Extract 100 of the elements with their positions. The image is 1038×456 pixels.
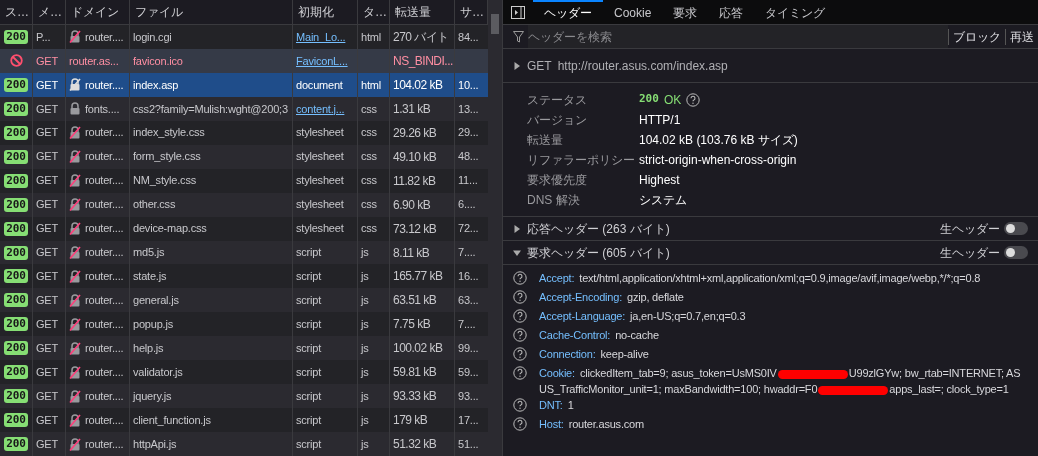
request-row[interactable]: 200 GET router.... other.css stylesheet css 6.90 kB 6.... xyxy=(0,192,488,217)
transferred-text: 8.11 kB xyxy=(393,244,430,262)
transferred-text: NS_BINDI... xyxy=(393,52,453,70)
request-row[interactable]: 200 GET fonts.... css2?family=Mulish:wght@200;3 content.j... css 1.31 kB 13... xyxy=(0,96,488,121)
domain-text: router.... xyxy=(85,365,124,380)
tab[interactable]: Cookie xyxy=(603,0,663,24)
request-row[interactable]: 200 GET router.... index.asp document html 104.02 kB 10... xyxy=(0,72,488,97)
header-entry: Host: router.asus.com xyxy=(539,417,645,432)
insecure-lock-icon xyxy=(69,198,81,212)
request-row[interactable]: 200 GET router.... jquery.js script js 93.33 kB 93... xyxy=(0,384,488,409)
insecure-lock-icon xyxy=(69,437,81,451)
insecure-lock-icon xyxy=(69,246,81,259)
header-entry: Accept: text/html,application/xhtml+xml,application/xml;q=0.9,image/avif,image/webp,*/*;q=0.8 xyxy=(539,271,982,286)
sidebar-toggle-icon[interactable] xyxy=(511,5,525,19)
type-text: js xyxy=(361,269,369,285)
method-text: GET xyxy=(36,412,58,428)
initiator-link[interactable]: content.j... xyxy=(296,100,345,118)
request-row[interactable]: 200 GET router.... md5.js script js 8.11 kB 7.... xyxy=(0,240,488,265)
type-text: js xyxy=(361,293,369,309)
request-row[interactable]: 200 GET router.... device-map.css stylesheet css 73.12 kB 72... xyxy=(0,216,488,241)
method-text: GET xyxy=(36,173,58,189)
method-text: GET xyxy=(36,269,58,285)
type-text: css xyxy=(361,149,377,165)
summary-value: Highest xyxy=(639,171,680,189)
column-header[interactable]: 初期化 xyxy=(293,0,358,24)
size-text: 6.... xyxy=(458,197,476,213)
type-text: js xyxy=(361,412,369,428)
method-text: GET xyxy=(36,245,58,261)
domain-text: router.... xyxy=(85,77,124,93)
column-header[interactable]: 転送量 xyxy=(390,0,455,24)
column-header[interactable]: ファイル xyxy=(130,0,293,24)
help-icon[interactable] xyxy=(686,92,701,107)
size-text: 17... xyxy=(458,412,479,428)
request-row[interactable]: 200 GET router.... form_style.css stylesheet css 49.10 kB 48... xyxy=(0,144,488,169)
column-header[interactable]: タ… xyxy=(358,0,390,24)
collapsed-arrow-icon[interactable] xyxy=(513,61,521,70)
toggle-switch[interactable] xyxy=(1004,246,1028,259)
transferred-text: 63.51 kB xyxy=(393,292,437,310)
help-icon[interactable] xyxy=(513,347,527,361)
method-text: GET xyxy=(36,388,58,404)
request-row[interactable]: 200 GET router.... NM_style.css stylesheet css 11.82 kB 11... xyxy=(0,168,488,193)
request-row[interactable]: 200 GET router.... help.js script js 100.02 kB 99... xyxy=(0,336,488,361)
help-icon[interactable] xyxy=(513,366,527,380)
status-text: OK xyxy=(663,91,682,109)
section-header[interactable]: 要求ヘッダー (605 バイト) 生ヘッダー xyxy=(503,241,1038,265)
help-icon[interactable] xyxy=(513,290,527,304)
file-text: other.css xyxy=(133,197,176,213)
filter-field[interactable]: ヘッダーを検索 xyxy=(528,25,948,48)
section-header[interactable]: 応答ヘッダー (263 バイト) 生ヘッダー xyxy=(503,217,1038,241)
size-text: 99... xyxy=(458,341,479,357)
method-text: GET xyxy=(36,125,58,141)
status-badge: 200 xyxy=(4,221,28,236)
summary-label: 転送量 xyxy=(527,131,564,149)
request-row[interactable]: 200 GET router.... validator.js script js 59.81 kB 59... xyxy=(0,360,488,385)
toggle-switch[interactable] xyxy=(1004,222,1028,235)
help-icon[interactable] xyxy=(513,271,527,285)
header-entry: Cookie: clickedItem_tab=9; asus_token=UsMS0IV U99zlGYw; bw_rtab=INTERNET; ASUS_TrafficMonitor_unit=1; maxBandwidth=100; hwaddr=F0 apps_last=; clock_type=1 xyxy=(539,366,1022,397)
help-icon[interactable] xyxy=(513,309,527,323)
request-row[interactable]: 200 GET router.... popup.js script js 7.75 kB 7.... xyxy=(0,312,488,337)
request-row[interactable]: 200 GET router.... state.js script js 165.77 kB 16... xyxy=(0,264,488,289)
initiator-link[interactable]: FaviconL... xyxy=(296,52,348,70)
request-row[interactable]: 200 GET router.... general.js script js 63.51 kB 63... xyxy=(0,288,488,313)
file-text: general.js xyxy=(133,293,179,309)
request-row[interactable]: GET router.as... favicon.ico FaviconL... NS_BINDI... xyxy=(0,48,488,73)
type-text: js xyxy=(361,317,369,333)
request-row[interactable]: 200 GET router.... httpApi.js script js 51.32 kB 51... xyxy=(0,432,488,456)
status-badge: 200 xyxy=(4,293,28,308)
column-header[interactable]: ス… xyxy=(0,0,33,24)
request-row[interactable]: 200 GET router.... index_style.css stylesheet css 29.26 kB 29... xyxy=(0,120,488,145)
status-badge: 200 xyxy=(4,125,28,140)
initiator-text: script xyxy=(296,412,322,428)
help-icon[interactable] xyxy=(513,328,527,342)
domain-text: router.... xyxy=(85,317,124,333)
action-button[interactable]: ブロック xyxy=(948,28,1005,45)
column-header[interactable]: メ… xyxy=(33,0,66,24)
initiator-text: script xyxy=(296,269,322,285)
tab[interactable]: 応答 xyxy=(708,0,755,24)
collapsed-arrow-icon[interactable] xyxy=(513,224,521,233)
action-button[interactable]: 再送 xyxy=(1005,28,1038,45)
file-text: index.asp xyxy=(133,77,179,93)
initiator-text: script xyxy=(296,436,322,452)
column-header[interactable]: ドメイン xyxy=(66,0,130,24)
type-text: js xyxy=(361,388,369,404)
method-text: GET xyxy=(36,149,58,165)
scrollbar[interactable] xyxy=(488,0,502,456)
request-row[interactable]: 200 P... router.... login.cgi Main_Lo... html 270 バイト 84... xyxy=(0,24,488,49)
tab[interactable]: 要求 xyxy=(662,0,709,24)
method-text: GET xyxy=(36,365,58,380)
domain-text: router.... xyxy=(85,436,124,452)
help-icon[interactable] xyxy=(513,417,527,431)
initiator-link[interactable]: Main_Lo... xyxy=(296,28,346,46)
domain-text: router.... xyxy=(85,221,124,237)
transferred-text: 7.75 kB xyxy=(393,316,431,334)
request-row[interactable]: 200 GET router.... client_function.js script js 179 kB 17... xyxy=(0,408,488,433)
tab[interactable]: タイミング xyxy=(754,0,837,24)
insecure-lock-icon xyxy=(69,341,81,355)
summary-value: 104.02 kB (103.76 kB サイズ) xyxy=(639,131,798,149)
expanded-arrow-icon[interactable] xyxy=(513,248,521,257)
status-badge: 200 xyxy=(4,245,28,260)
help-icon[interactable] xyxy=(513,398,527,412)
